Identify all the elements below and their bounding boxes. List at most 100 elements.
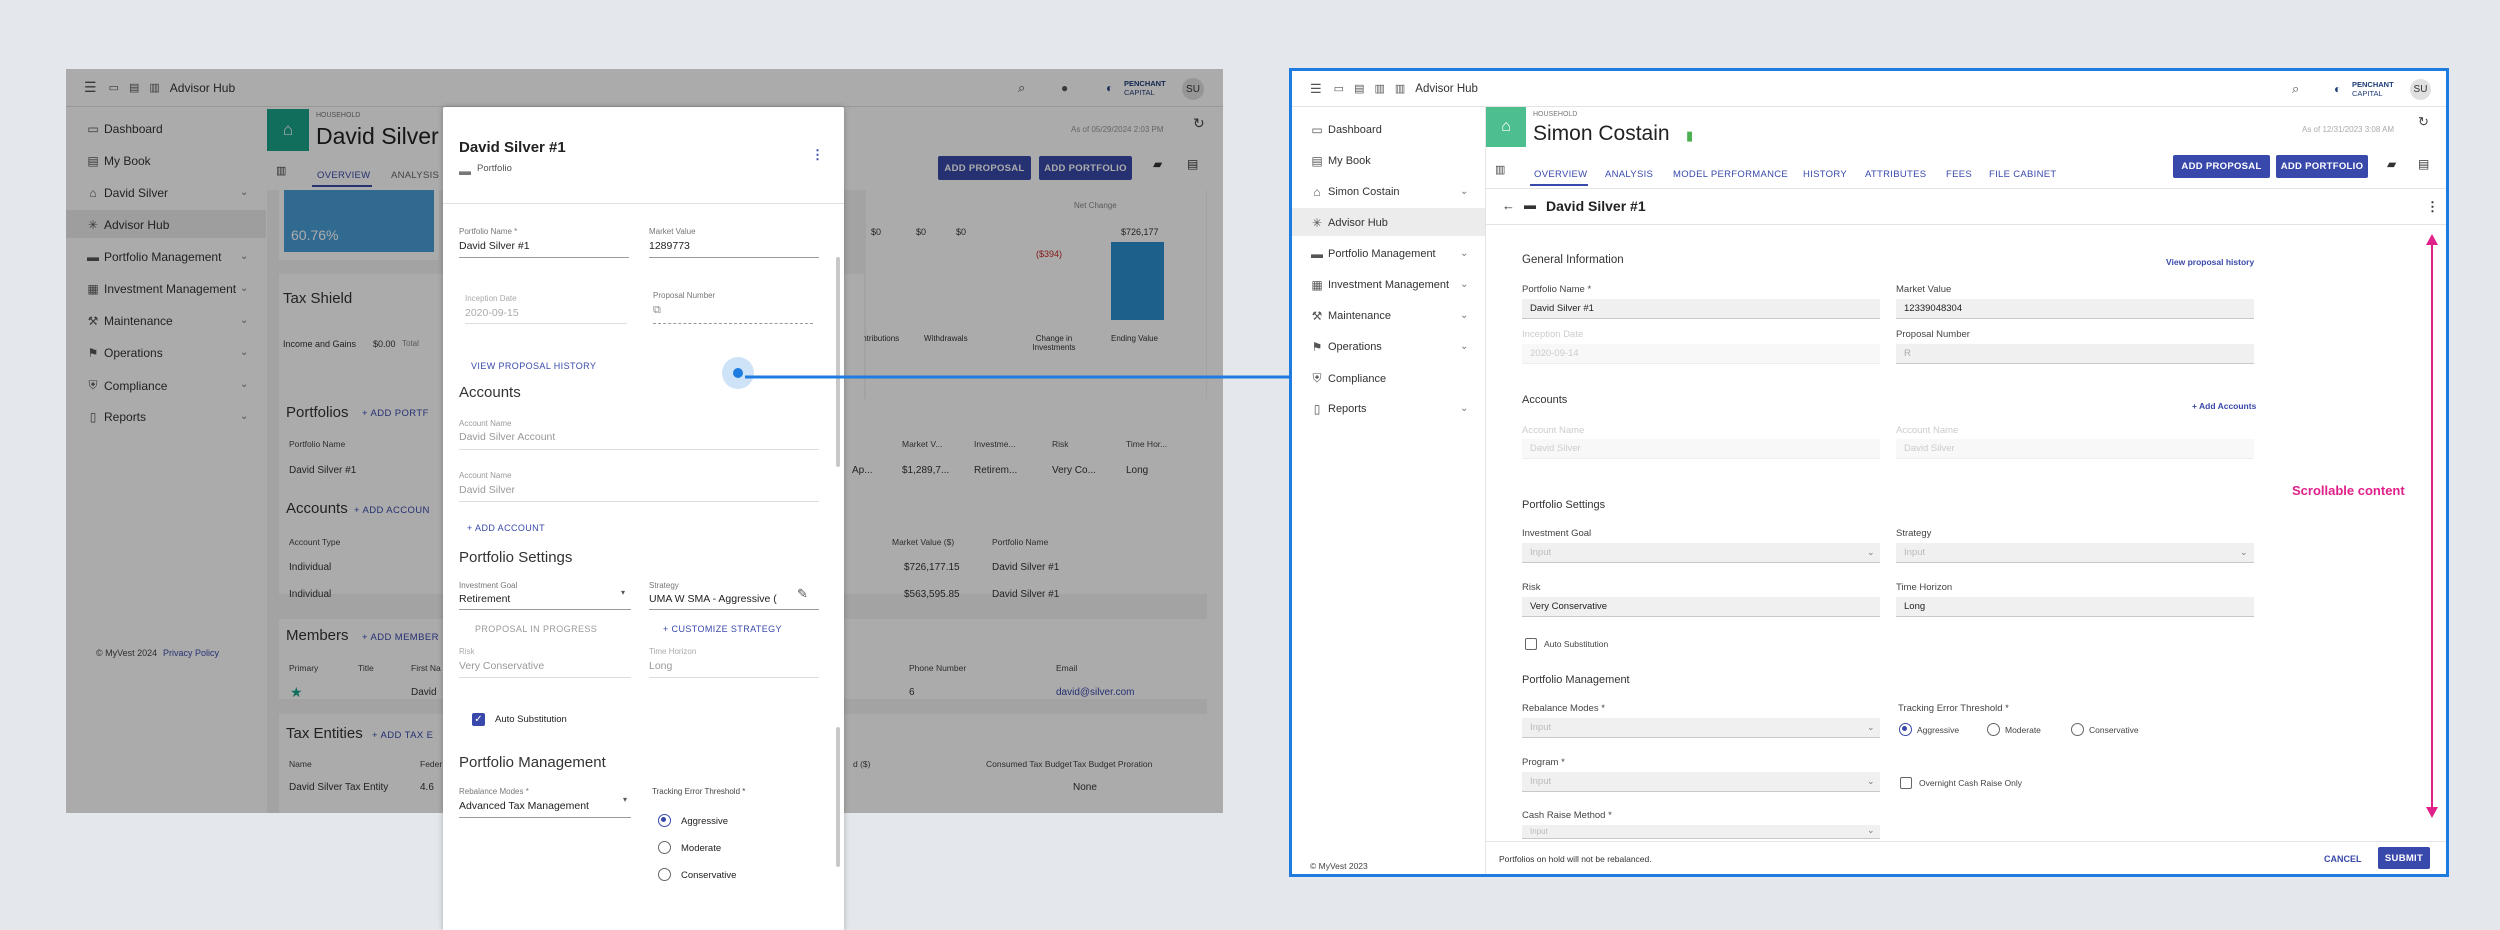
sidebar-item-compliance[interactable]: ⛨ Compliance [1306,371,1386,386]
portfolio-name-field[interactable]: David Silver #1 [1522,299,1880,319]
view-proposal-history-link[interactable]: View proposal history [2166,257,2254,267]
clipboard-icon[interactable]: ▥ [1374,82,1384,95]
sidebar-label: Advisor Hub [1328,217,1388,229]
tab-model-performance[interactable]: MODEL PERFORMANCE [1673,169,1788,180]
market-value-field[interactable]: 12339048304 [1896,299,2254,319]
chevron-down-icon[interactable]: ⌄ [1867,722,1875,733]
scroll-indicator [2426,234,2438,818]
sidebar-item-reports[interactable]: ▯ Reports [1306,402,1367,416]
cancel-button[interactable]: CANCEL [2324,854,2362,864]
auto-substitution-checkbox[interactable] [1525,638,1537,650]
sidebar-label: Investment Management [1328,279,1450,291]
tab-analysis[interactable]: ANALYSIS [1605,169,1653,180]
add-proposal-button[interactable]: ADD PROPOSAL [2173,155,2270,178]
strategy-select[interactable]: Input [1896,543,2254,563]
header-divider [1486,188,2446,189]
chevron-down-icon[interactable]: ⌄ [1460,186,1468,197]
add-accounts-link[interactable]: + Add Accounts [2192,401,2256,411]
sidebar-item-investment-management[interactable]: ▦ Investment Management [1306,278,1449,292]
more-vert-icon[interactable]: ⋮ [2426,199,2439,215]
sidebar-divider [1485,107,1486,874]
submit-button[interactable]: SUBMIT [2378,847,2430,869]
layout-icon[interactable]: ▥ [1495,163,1505,176]
market-value-label: Market Value [1896,284,1952,295]
radio-aggressive[interactable] [1899,723,1912,736]
tab-history[interactable]: HISTORY [1803,169,1847,180]
sidebar-label: Reports [1328,403,1367,415]
sidebar-item-my-book[interactable]: ▤ My Book [1306,154,1371,168]
chevron-down-icon[interactable]: ⌄ [1460,341,1468,352]
tab-overview[interactable]: OVERVIEW [1534,169,1587,180]
chevron-down-icon[interactable]: ⌄ [1867,547,1875,558]
brand-sub: CAPITAL [2352,89,2383,98]
sidebar-item-dashboard[interactable]: ▭ Dashboard [1306,123,1382,137]
tag-icon[interactable]: ▰ [2387,157,2396,171]
chevron-down-icon[interactable]: ⌄ [2240,547,2248,558]
program-label: Program * [1522,757,1565,768]
account-name-field: David Silver [1522,439,1880,459]
radio-moderate[interactable] [1987,723,2000,736]
radio-label: Aggressive [1917,725,1960,735]
bookmark-icon[interactable]: ▮ [1686,128,1693,144]
shield-icon: ⛨ [1312,371,1322,385]
search-icon[interactable]: ⌕ [2292,81,2299,97]
chevron-down-icon[interactable]: ⌄ [1867,825,1875,836]
menu-icon[interactable]: ☰ [1310,81,1322,97]
overnight-cash-raise-checkbox[interactable] [1900,777,1912,789]
radio-conservative[interactable] [2071,723,2084,736]
avatar[interactable]: SU [2410,79,2431,100]
note-icon[interactable]: ▤ [2418,157,2429,171]
tab-fees[interactable]: FEES [1946,169,1972,180]
sidebar-item-advisor-hub[interactable]: ✳ Advisor Hub [1306,216,1388,230]
right-screenshot: ☰ ▭ ▤ ▥ ▥ Advisor Hub ⌕ ◐ PENCHANT CAPIT… [1289,68,2449,877]
cash-raise-method-select[interactable]: Input [1522,825,1880,839]
rebalance-modes-select[interactable]: Input [1522,718,1880,738]
chevron-down-icon[interactable]: ⌄ [1460,403,1468,414]
as-of-text: As of 12/31/2023 3:08 AM [2302,125,2395,134]
sidebar-label: Dashboard [1328,124,1382,136]
folder-icon: ▬ [1311,247,1323,261]
chevron-down-icon[interactable]: ⌄ [1460,279,1468,290]
flag-icon: ⚑ [1311,340,1323,354]
time-horizon-field[interactable]: Long [1896,597,2254,617]
household-name: Simon Costain [1533,122,1670,145]
sidebar-item-operations[interactable]: ⚑ Operations [1306,340,1382,354]
overnight-cash-raise-label: Overnight Cash Raise Only [1919,778,2022,788]
home-tile[interactable]: ⌂ [1486,107,1526,147]
sidebar-item-maintenance[interactable]: ⚒ Maintenance [1306,309,1391,323]
monitor-icon[interactable]: ▭ [1334,82,1344,95]
chevron-down-icon[interactable]: ⌄ [1867,776,1875,787]
home-icon: ⌂ [1501,118,1511,135]
chevron-down-icon[interactable]: ⌄ [1460,310,1468,321]
proposal-number-field[interactable]: R [1896,344,2254,364]
portfolio-title: David Silver #1 [1546,198,1646,214]
back-arrow-icon[interactable]: ← [1502,198,1515,213]
tab-file-cabinet[interactable]: FILE CABINET [1989,169,2056,180]
general-information-title: General Information [1522,254,1624,266]
portfolio-management-title: Portfolio Management [1522,674,1630,686]
sidebar-label: Operations [1328,341,1382,353]
report-icon: ▯ [1313,402,1321,416]
portfolio-name-label: Portfolio Name * [1522,284,1592,295]
risk-field[interactable]: Very Conservative [1522,597,1880,617]
program-select[interactable]: Input [1522,772,1880,792]
tab-attributes[interactable]: ATTRIBUTES [1865,169,1926,180]
sidebar-label: Portfolio Management [1328,248,1436,260]
sidebar-item-household[interactable]: ⌂ Simon Costain [1306,185,1399,199]
sidebar-item-portfolio-management[interactable]: ▬ Portfolio Management [1306,247,1436,261]
sidebar-label: My Book [1328,155,1371,167]
clipboard-icon[interactable]: ▥ [1395,82,1405,95]
strategy-label: Strategy [1896,528,1932,539]
household-label: HOUSEHOLD [1533,111,1578,118]
sidebar-label: Compliance [1328,372,1387,385]
refresh-icon[interactable]: ↻ [2418,114,2429,130]
inception-date-field: 2020-09-14 [1522,344,1880,364]
add-portfolio-button[interactable]: ADD PORTFOLIO [2276,155,2368,178]
chevron-down-icon[interactable]: ⌄ [1460,248,1468,259]
tab-underline [1530,184,1588,186]
folder-icon[interactable]: ▤ [1354,82,1364,95]
investment-goal-select[interactable]: Input [1522,543,1880,563]
accounts-title: Accounts [1522,394,1568,406]
folder-icon: ▬ [1524,198,1536,212]
auto-substitution-label: Auto Substitution [1544,639,1609,649]
